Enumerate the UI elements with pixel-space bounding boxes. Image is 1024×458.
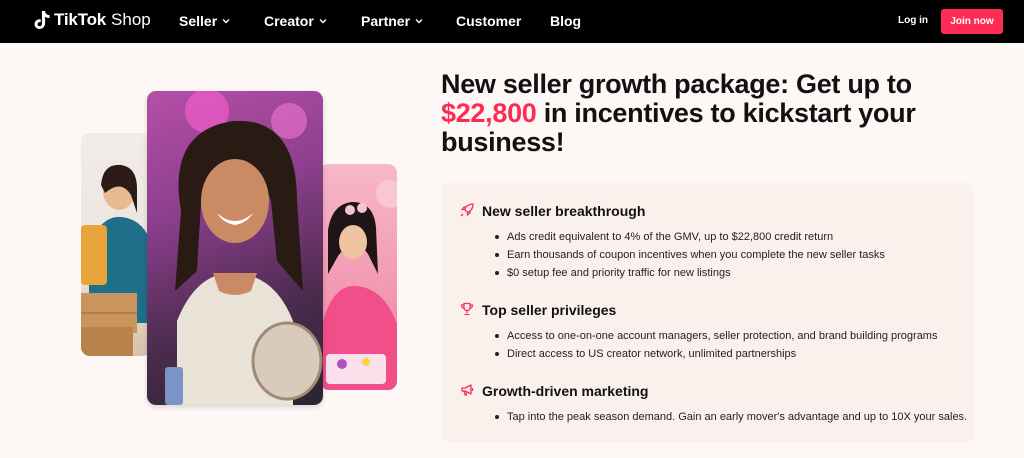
headline-part1: New seller growth package: Get up to (441, 69, 912, 99)
nav-creator-label: Creator (264, 13, 314, 29)
tiktok-shop-logo[interactable]: TikTok Shop (34, 10, 151, 30)
section-title-top-seller: Top seller privileges (482, 302, 617, 318)
list-item: Access to one-on-one account managers, s… (495, 330, 937, 342)
nav-partner-label: Partner (361, 13, 411, 29)
rocket-icon (460, 203, 474, 217)
creator-photo-center (147, 91, 323, 405)
seller-photo-left (81, 133, 151, 356)
chevron-down-icon (222, 19, 230, 24)
megaphone-icon (461, 384, 474, 396)
trophy-icon (460, 302, 474, 316)
brand-suffix: Shop (111, 10, 151, 29)
top-nav: TikTok Shop Seller Creator Partner Custo… (0, 0, 1024, 43)
list-item: Tap into the peak season demand. Gain an… (495, 411, 967, 423)
nav-seller[interactable]: Seller (179, 13, 230, 29)
list-item: Ads credit equivalent to 4% of the GMV, … (495, 231, 833, 243)
creator-with-makeup-image (320, 180, 397, 390)
join-now-button[interactable]: Join now (941, 9, 1003, 34)
nav-creator[interactable]: Creator (264, 13, 327, 29)
nav-seller-label: Seller (179, 13, 218, 29)
nav-blog[interactable]: Blog (550, 13, 581, 29)
list-item: Earn thousands of coupon incentives when… (495, 249, 885, 261)
section-title-growth-marketing: Growth-driven marketing (482, 383, 649, 399)
list-item: $0 setup fee and priority traffic for ne… (495, 267, 731, 279)
seller-photo-right (320, 164, 397, 390)
tiktok-logo-icon (34, 10, 50, 29)
smiling-creator-image (165, 91, 323, 405)
seller-with-boxes-image (81, 164, 151, 356)
page-headline: New seller growth package: Get up to $22,… (441, 70, 981, 157)
nav-blog-label: Blog (550, 13, 582, 29)
chevron-down-icon (319, 19, 327, 24)
nav-partner[interactable]: Partner (361, 13, 423, 29)
headline-amount: $22,800 (441, 98, 537, 128)
section-title-new-seller: New seller breakthrough (482, 203, 646, 219)
nav-customer[interactable]: Customer (456, 13, 521, 29)
login-link[interactable]: Log in (898, 15, 928, 26)
brand-name: TikTok (54, 10, 107, 29)
list-item: Direct access to US creator network, unl… (495, 348, 796, 360)
chevron-down-icon (415, 19, 423, 24)
benefits-card: New seller breakthrough Ads credit equiv… (441, 183, 974, 442)
nav-customer-label: Customer (456, 13, 522, 29)
